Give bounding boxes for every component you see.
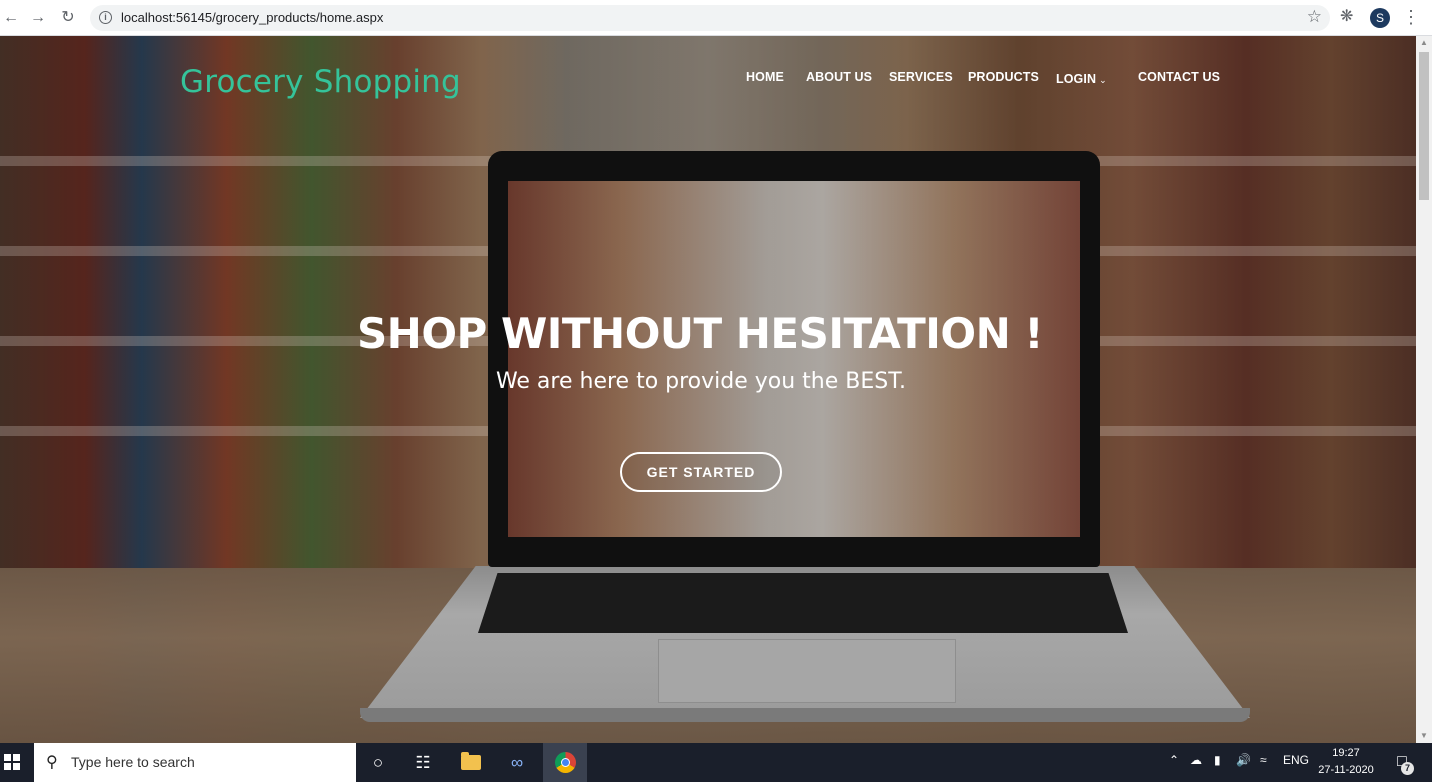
bookmark-star-icon[interactable]: ☆ <box>1307 7 1322 27</box>
hero-subtitle: We are here to provide you the BEST. <box>495 369 907 394</box>
back-arrow-icon[interactable]: ← <box>2 9 20 27</box>
nav-services[interactable]: SERVICES <box>889 70 953 84</box>
clock-time[interactable]: 19:27 <box>1316 747 1376 759</box>
clock-date[interactable]: 27-11-2020 <box>1316 764 1376 776</box>
get-started-button[interactable]: GET STARTED <box>620 452 782 492</box>
taskbar-search-box[interactable]: ⚲ Type here to search <box>34 743 356 782</box>
address-bar-url[interactable]: localhost:56145/grocery_products/home.as… <box>121 10 383 25</box>
hero-title: SHOP WITHOUT HESITATION ! <box>356 309 1044 358</box>
nav-contact-us[interactable]: CONTACT US <box>1138 70 1220 84</box>
taskbar: ⚲ Type here to search ○ ☷ ∞ ⌃ ☁ ▮ 🔊 ≈ EN… <box>0 743 1432 782</box>
browser-menu-icon[interactable]: ⋮ <box>1402 7 1420 27</box>
reload-icon[interactable]: ↻ <box>59 9 77 27</box>
show-hidden-icons-chevron-icon[interactable]: ⌃ <box>1169 753 1179 767</box>
wifi-icon[interactable]: ≈ <box>1260 753 1267 767</box>
file-explorer-icon[interactable] <box>461 752 481 770</box>
chrome-icon[interactable] <box>555 752 576 773</box>
laptop-keyboard <box>478 573 1128 633</box>
browser-toolbar: ← → ↻ i localhost:56145/grocery_products… <box>0 0 1432 36</box>
nav-about-us[interactable]: ABOUT US <box>806 70 872 84</box>
site-info-icon[interactable]: i <box>99 11 112 24</box>
forward-arrow-icon[interactable]: → <box>29 9 47 27</box>
cortana-circle-icon[interactable]: ○ <box>366 751 390 775</box>
windows-start-icon[interactable] <box>4 754 20 770</box>
nav-products[interactable]: PRODUCTS <box>968 70 1039 84</box>
page-viewport: Grocery Shopping HOME ABOUT US SERVICES … <box>0 36 1416 743</box>
laptop-screen-frame <box>488 151 1100 567</box>
search-icon: ⚲ <box>46 754 58 771</box>
task-view-icon[interactable]: ☷ <box>411 751 435 775</box>
volume-icon[interactable]: 🔊 <box>1236 753 1251 767</box>
scroll-down-arrow-icon[interactable]: ▼ <box>1416 729 1432 743</box>
taskbar-search-placeholder[interactable]: Type here to search <box>71 754 195 770</box>
chevron-down-icon: ⌄ <box>1099 75 1107 85</box>
address-bar[interactable]: i localhost:56145/grocery_products/home.… <box>90 5 1330 31</box>
profile-avatar[interactable]: S <box>1370 8 1390 28</box>
extensions-puzzle-icon[interactable]: ❋ <box>1340 8 1358 26</box>
scroll-up-arrow-icon[interactable]: ▲ <box>1416 36 1432 50</box>
laptop-screen <box>508 181 1080 537</box>
nav-login[interactable]: LOGIN ⌄ <box>1056 70 1107 88</box>
onedrive-cloud-icon[interactable]: ☁ <box>1190 753 1202 767</box>
scrollbar-thumb[interactable] <box>1419 52 1429 200</box>
notification-count-badge: 7 <box>1401 762 1414 775</box>
language-indicator[interactable]: ENG <box>1283 753 1309 767</box>
nav-login-label[interactable]: LOGIN <box>1056 72 1096 86</box>
nav-home[interactable]: HOME <box>746 70 784 84</box>
infinity-app-icon[interactable]: ∞ <box>505 751 529 775</box>
laptop-trackpad <box>658 639 956 703</box>
battery-icon[interactable]: ▮ <box>1214 753 1221 767</box>
main-nav: HOME ABOUT US SERVICES PRODUCTS LOGIN ⌄ C… <box>0 70 1416 90</box>
page-scrollbar[interactable]: ▲ ▼ <box>1416 36 1432 743</box>
